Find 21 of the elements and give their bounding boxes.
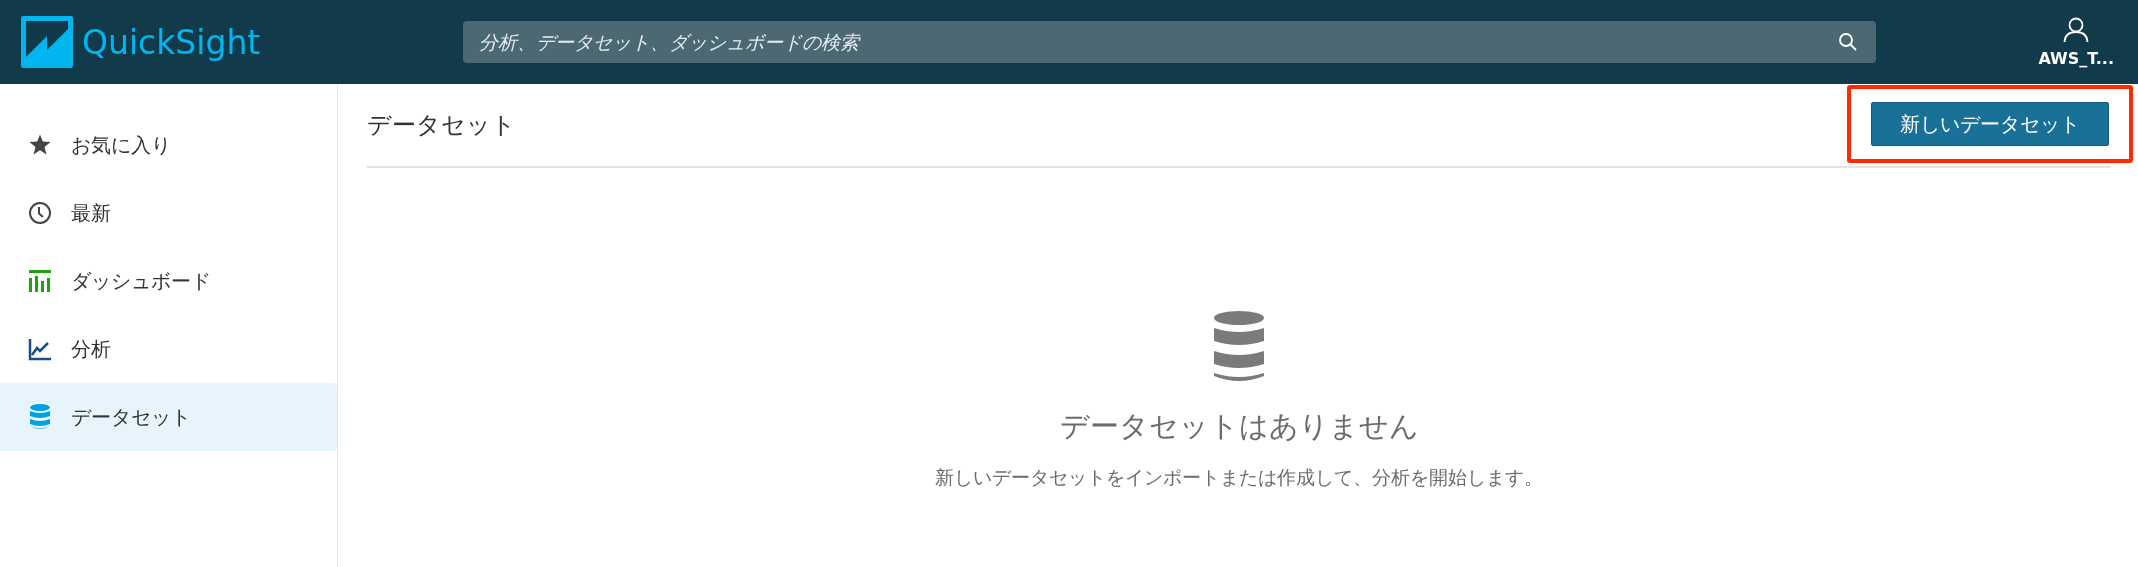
line-chart-icon <box>28 337 52 361</box>
star-icon <box>28 133 52 157</box>
empty-heading: データセットはありません <box>1059 408 1419 445</box>
sidebar-item[interactable]: 最新 <box>0 179 337 247</box>
logo-text: QuickSight <box>82 22 261 62</box>
user-name[interactable]: AWS_T... <box>2038 48 2114 68</box>
user-icon[interactable] <box>2063 16 2090 43</box>
empty-message: 新しいデータセットをインポートまたは作成して、分析を開始します。 <box>935 465 1543 490</box>
database-icon <box>1214 311 1264 383</box>
sidebar-item[interactable]: ダッシュボード <box>0 247 337 315</box>
logo-icon <box>21 16 73 68</box>
sidebar-item[interactable]: 分析 <box>0 315 337 383</box>
database-icon <box>30 404 50 430</box>
new-dataset-button[interactable]: 新しいデータセット <box>1871 102 2109 146</box>
search-icon[interactable] <box>1838 32 1858 52</box>
page-title: データセット <box>367 110 516 141</box>
sidebar-item[interactable]: お気に入り <box>0 111 337 179</box>
clock-icon <box>28 201 52 225</box>
search-field[interactable]: 分析、データセット、ダッシュボードの検索 <box>463 21 1876 63</box>
sidebar-item[interactable]: データセット <box>0 383 337 451</box>
bar-chart-icon <box>28 269 52 293</box>
